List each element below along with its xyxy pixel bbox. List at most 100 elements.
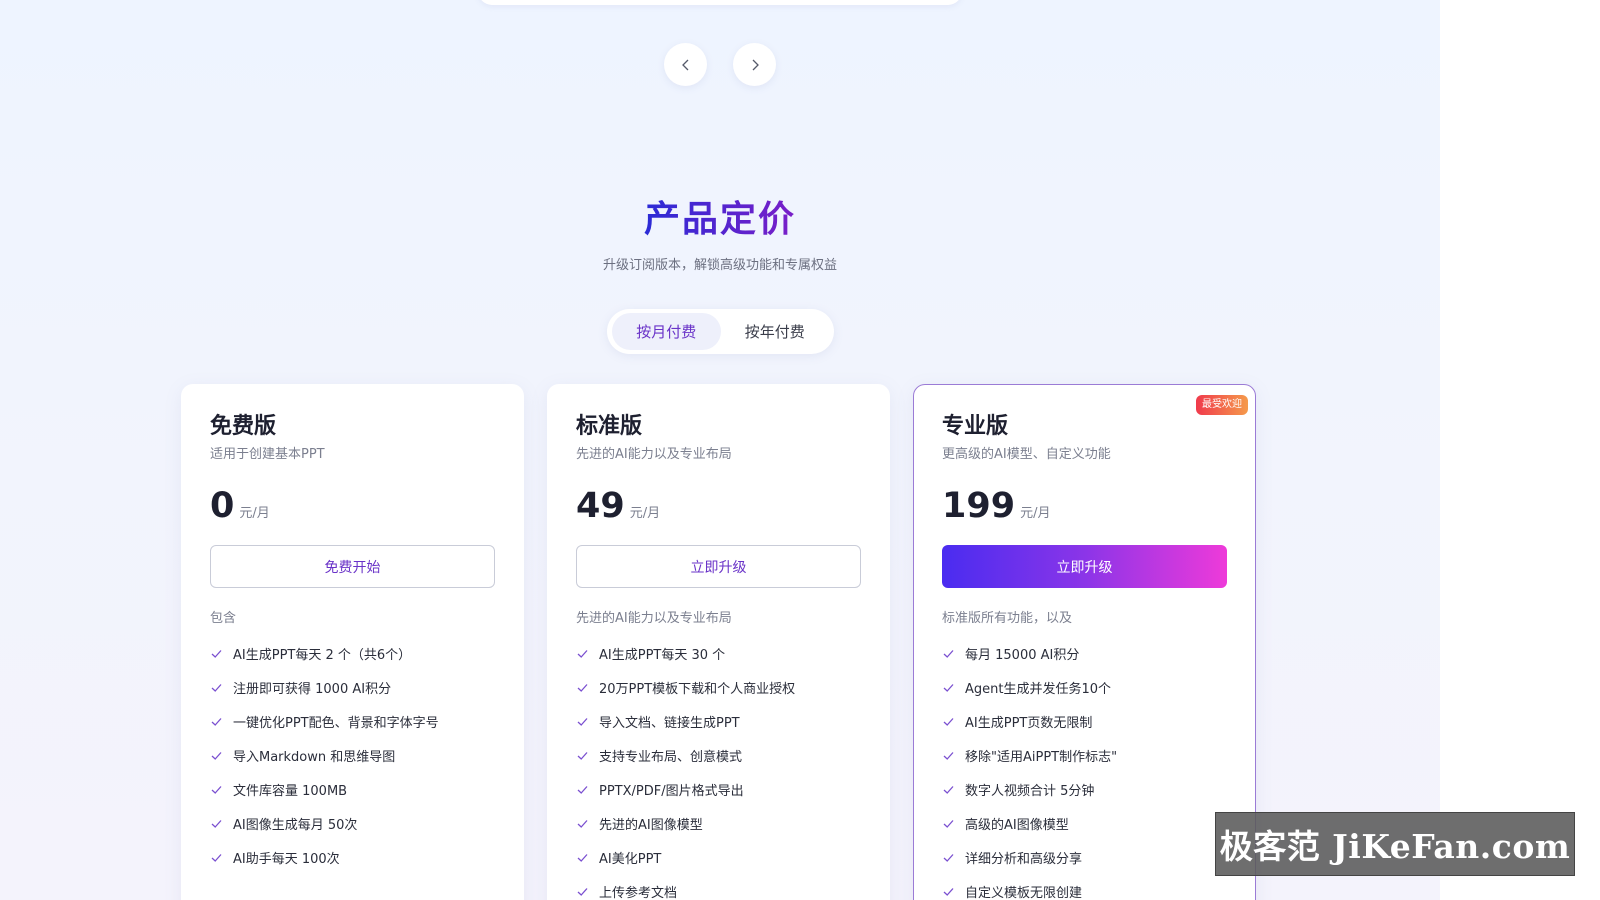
check-icon xyxy=(943,649,954,658)
price-value: 49 xyxy=(576,486,625,526)
chevron-right-icon xyxy=(752,59,759,70)
check-icon xyxy=(211,819,222,828)
feature-item: 导入Markdown 和思维导图 xyxy=(210,738,495,772)
features-heading: 标准版所有功能，以及 xyxy=(942,611,1073,626)
feature-text: AI生成PPT每天 2 个（共6个） xyxy=(233,647,412,663)
feature-text: PPTX/PDF/图片格式导出 xyxy=(599,783,744,799)
site-watermark: 极客范 JiKeFan.com xyxy=(1215,812,1575,876)
price-value: 199 xyxy=(942,486,1016,526)
feature-text: 上传参考文档 xyxy=(599,885,678,900)
feature-item: 上传参考文档 xyxy=(576,874,861,900)
feature-text: 导入Markdown 和思维导图 xyxy=(233,749,396,765)
feature-text: 先进的AI图像模型 xyxy=(599,817,703,833)
free-start-button[interactable]: 免费开始 xyxy=(210,545,495,588)
billing-monthly-option[interactable]: 按月付费 xyxy=(612,313,721,350)
carousel-prev-button[interactable] xyxy=(664,43,707,86)
price-unit: 元/月 xyxy=(239,506,270,521)
feature-text: 高级的AI图像模型 xyxy=(965,817,1069,833)
feature-item: Agent生成并发任务10个 xyxy=(942,670,1227,704)
feature-item: 移除"适用AiPPT制作标志" xyxy=(942,738,1227,772)
standard-upgrade-button[interactable]: 立即升级 xyxy=(576,545,861,588)
check-icon xyxy=(211,683,222,692)
feature-list: AI生成PPT每天 30 个 20万PPT模板下载和个人商业授权 导入文档、链接生成… xyxy=(576,636,861,900)
plan-description: 先进的AI能力以及专业布局 xyxy=(576,447,732,462)
check-icon xyxy=(211,751,222,760)
price-row: 49 元/月 xyxy=(576,486,861,530)
feature-item: 注册即可获得 1000 AI积分 xyxy=(210,670,495,704)
feature-text: 数字人视频合计 5分钟 xyxy=(965,783,1095,799)
feature-text: AI生成PPT页数无限制 xyxy=(965,715,1093,731)
check-icon xyxy=(577,819,588,828)
features-heading: 先进的AI能力以及专业布局 xyxy=(576,611,732,626)
feature-item: 高级的AI图像模型 xyxy=(942,806,1227,840)
plan-description: 更高级的AI模型、自定义功能 xyxy=(942,447,1111,462)
plan-name: 标准版 xyxy=(576,414,643,439)
feature-list: AI生成PPT每天 2 个（共6个） 注册即可获得 1000 AI积分一键优化PP… xyxy=(210,636,495,874)
feature-text: 一键优化PPT配色、背景和字体字号 xyxy=(233,715,439,731)
carousel-next-button[interactable] xyxy=(733,43,776,86)
feature-item: AI生成PPT每天 30 个 xyxy=(576,636,861,670)
chevron-left-icon xyxy=(681,59,688,70)
price-unit: 元/月 xyxy=(629,506,661,521)
plan-card-free: 免费版 适用于创建基本PPT 0 元/月 免费开始 包含 AI生成PPT每天 2… xyxy=(181,384,524,900)
feature-item: 一键优化PPT配色、背景和字体字号 xyxy=(210,704,495,738)
check-icon xyxy=(943,717,954,726)
check-icon xyxy=(943,785,954,794)
plan-description: 适用于创建基本PPT xyxy=(210,447,325,462)
check-icon xyxy=(943,683,954,692)
feature-text: 自定义模板无限创建 xyxy=(965,885,1083,900)
feature-list: 每月 15000 AI积分 Agent生成并发任务10个 AI生成PPT页数无限制移… xyxy=(942,636,1227,900)
price-row: 0 元/月 xyxy=(210,486,495,530)
feature-text: 移除"适用AiPPT制作标志" xyxy=(965,749,1118,765)
price-unit: 元/月 xyxy=(1020,506,1051,521)
check-icon xyxy=(943,751,954,760)
check-icon xyxy=(577,853,588,862)
feature-text: 文件库容量 100MB xyxy=(233,783,348,799)
feature-text: 详细分析和高级分享 xyxy=(965,851,1083,867)
feature-item: AI图像生成每月 50次 xyxy=(210,806,495,840)
check-icon xyxy=(211,853,222,862)
feature-item: 每月 15000 AI积分 xyxy=(942,636,1227,670)
plan-name: 免费版 xyxy=(210,414,277,439)
price-value: 0 xyxy=(210,486,235,526)
feature-item: 详细分析和高级分享 xyxy=(942,840,1227,874)
feature-item: AI助手每天 100次 xyxy=(210,840,495,874)
check-icon xyxy=(577,683,588,692)
check-icon xyxy=(577,785,588,794)
feature-item: PPTX/PDF/图片格式导出 xyxy=(576,772,861,806)
feature-text: 20万PPT模板下载和个人商业授权 xyxy=(599,681,796,697)
feature-text: AI生成PPT每天 30 个 xyxy=(599,647,726,663)
feature-item: 20万PPT模板下载和个人商业授权 xyxy=(576,670,861,704)
feature-text: 导入文档、链接生成PPT xyxy=(599,715,740,731)
check-icon xyxy=(943,819,954,828)
feature-item: 导入文档、链接生成PPT xyxy=(576,704,861,738)
feature-item: AI生成PPT页数无限制 xyxy=(942,704,1227,738)
billing-yearly-option[interactable]: 按年付费 xyxy=(721,313,830,350)
plan-name: 专业版 xyxy=(942,414,1009,439)
feature-item: 文件库容量 100MB xyxy=(210,772,495,806)
billing-toggle: 按月付费 按年付费 xyxy=(607,309,834,354)
feature-item: 数字人视频合计 5分钟 xyxy=(942,772,1227,806)
price-row: 199 元/月 xyxy=(942,486,1227,530)
feature-text: AI助手每天 100次 xyxy=(233,851,340,867)
plan-card-pro: 最受欢迎 专业版 更高级的AI模型、自定义功能 199 元/月 立即升级 标准版… xyxy=(913,384,1256,900)
feature-text: Agent生成并发任务10个 xyxy=(965,681,1112,697)
feature-text: AI美化PPT xyxy=(599,851,662,867)
check-icon xyxy=(211,649,222,658)
feature-text: 每月 15000 AI积分 xyxy=(965,647,1080,663)
popular-badge: 最受欢迎 xyxy=(1196,395,1248,415)
check-icon xyxy=(577,649,588,658)
pro-upgrade-button[interactable]: 立即升级 xyxy=(942,545,1227,588)
check-icon xyxy=(211,785,222,794)
check-icon xyxy=(211,717,222,726)
page-background: 产品定价 升级订阅版本，解锁高级功能和专属权益 按月付费 按年付费 免费版 适用… xyxy=(0,0,1440,900)
check-icon xyxy=(943,887,954,896)
feature-item: 先进的AI图像模型 xyxy=(576,806,861,840)
feature-text: 支持专业布局、创意模式 xyxy=(599,749,743,765)
carousel-card xyxy=(478,0,962,5)
features-heading: 包含 xyxy=(210,611,237,626)
check-icon xyxy=(577,717,588,726)
check-icon xyxy=(943,853,954,862)
feature-text: 注册即可获得 1000 AI积分 xyxy=(233,681,392,697)
feature-item: 支持专业布局、创意模式 xyxy=(576,738,861,772)
